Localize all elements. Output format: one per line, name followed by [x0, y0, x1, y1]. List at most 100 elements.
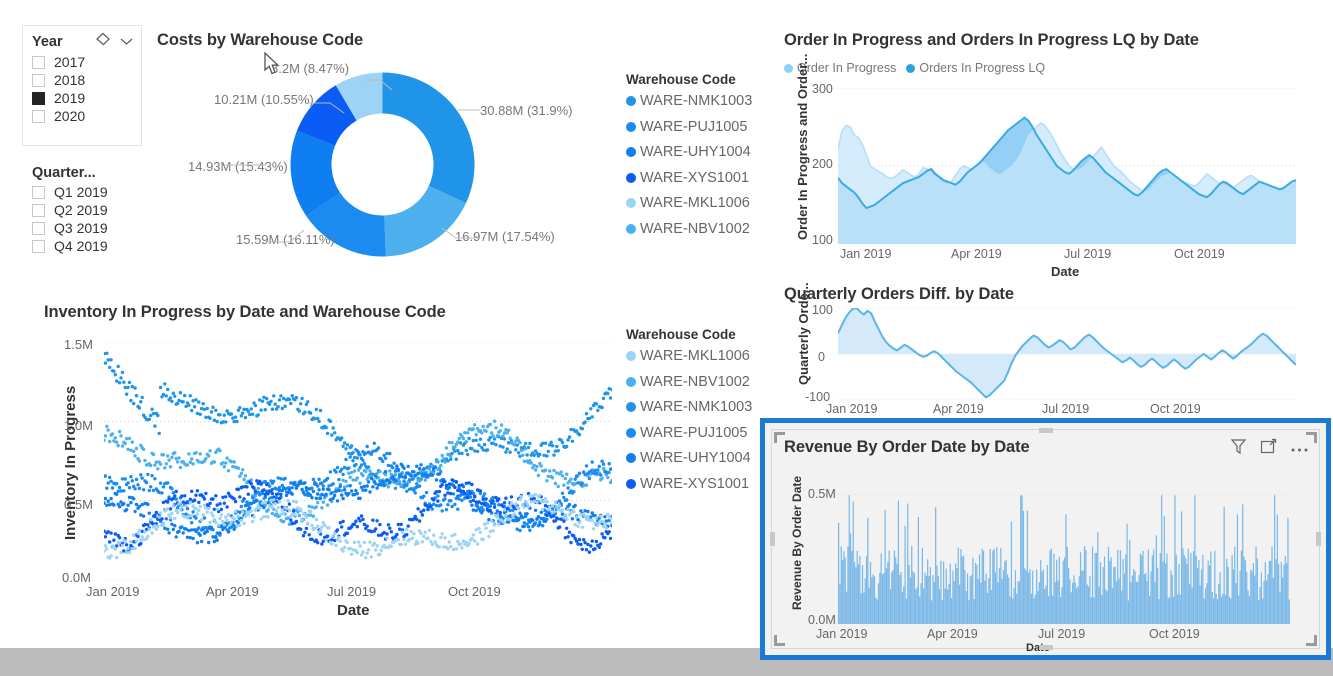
orders-chart-title: Order In Progress and Orders In Progress…: [784, 31, 1199, 49]
resize-handle-right[interactable]: [1316, 532, 1321, 546]
year-slicer-title: Year: [32, 33, 63, 50]
legend-color-dot: [906, 63, 916, 73]
x-tick: Apr 2019: [951, 247, 1002, 261]
quarter-slicer-item-label: Q2 2019: [54, 202, 108, 218]
legend-label: WARE-MKL1006: [640, 195, 750, 211]
quarter-slicer-item-q3[interactable]: Q3 2019: [23, 219, 141, 237]
legend-color-dot: [626, 223, 636, 234]
legend-item[interactable]: WARE-NBV1002: [626, 221, 752, 237]
legend-label: Orders In Progress LQ: [919, 61, 1046, 75]
legend-color-dot: [626, 453, 636, 463]
quarter-slicer-item-q4[interactable]: Q4 2019: [23, 237, 141, 255]
checkbox[interactable]: [32, 239, 45, 253]
legend-item[interactable]: WARE-NMK1003: [626, 399, 752, 415]
quarterly-chart-title: Quarterly Orders Diff. by Date: [784, 285, 1014, 303]
legend-item[interactable]: WARE-XYS1001: [626, 476, 752, 492]
resize-handle-top-right[interactable]: [1306, 432, 1317, 443]
legend-item[interactable]: WARE-UHY1004: [626, 144, 752, 160]
legend-item[interactable]: Orders In Progress LQ: [906, 61, 1045, 75]
legend-label: Order In Progress: [797, 61, 897, 75]
year-slicer-item-2018[interactable]: 2018: [23, 71, 141, 89]
resize-handle-bottom-left[interactable]: [774, 635, 785, 646]
checkbox[interactable]: [32, 221, 45, 235]
quarter-slicer-item-label: Q1 2019: [54, 184, 108, 200]
year-slicer-header: Year: [23, 26, 141, 53]
x-tick: Apr 2019: [927, 627, 978, 641]
x-tick: Jan 2019: [816, 627, 868, 641]
checkbox[interactable]: [32, 203, 45, 217]
checkbox[interactable]: [32, 55, 45, 69]
x-tick: Jul 2019: [1038, 627, 1086, 641]
quarterly-chart-y-axis-title: Quarterly Orde...: [796, 282, 811, 385]
resize-handle-bottom-right[interactable]: [1306, 635, 1317, 646]
y-tick: 0.0M: [808, 613, 836, 627]
quarter-slicer-item-q1[interactable]: Q1 2019: [23, 183, 141, 201]
legend-item[interactable]: WARE-NBV1002: [626, 374, 752, 390]
legend-label: WARE-XYS1001: [640, 475, 750, 492]
legend-item[interactable]: WARE-PUJ1005: [626, 119, 752, 135]
year-slicer[interactable]: Year 2017 2018 2019 2020: [22, 25, 142, 146]
y-tick: 300: [812, 82, 833, 96]
x-tick: Oct 2019: [448, 584, 501, 599]
legend-color-dot: [626, 121, 636, 132]
quarterly-diff-area-chart[interactable]: [838, 308, 1296, 400]
legend-item[interactable]: WARE-NMK1003: [626, 93, 752, 109]
x-tick: Jan 2019: [840, 247, 892, 261]
year-slicer-item-2020[interactable]: 2020: [23, 107, 141, 125]
legend-color-dot: [626, 427, 636, 438]
year-slicer-item-label: 2018: [54, 72, 86, 88]
donut-chart-title: Costs by Warehouse Code: [157, 31, 364, 49]
revenue-chart-visual[interactable]: Revenue By Order Date by Date Revenue By…: [760, 418, 1331, 660]
legend-item[interactable]: WARE-MKL1006: [626, 195, 752, 211]
legend-label: WARE-UHY1004: [640, 450, 751, 466]
quarter-slicer-item-q2[interactable]: Q2 2019: [23, 201, 141, 219]
year-slicer-item-2017[interactable]: 2017: [23, 53, 141, 71]
checkbox-checked[interactable]: [32, 91, 45, 105]
year-slicer-item-2019[interactable]: 2019: [23, 89, 141, 107]
inventory-chart-title: Inventory In Progress by Date and Wareho…: [44, 303, 446, 321]
y-tick: 0.5M: [808, 487, 836, 501]
orders-area-chart[interactable]: [838, 88, 1296, 244]
legend-label: WARE-NBV1002: [640, 373, 750, 390]
resize-handle-top[interactable]: [1038, 428, 1053, 433]
legend-item[interactable]: WARE-XYS1001: [626, 170, 752, 186]
quarter-slicer-title: Quarter...: [32, 165, 96, 181]
inventory-chart-y-axis-title: Inventory In Progress: [62, 385, 79, 540]
resize-handle-left[interactable]: [770, 532, 775, 546]
orders-chart-y-axis-title: Order In Progress and Order...: [795, 53, 810, 240]
y-tick: 100: [812, 303, 833, 317]
revenue-chart-y-axis-title: Revenue By Order Date: [790, 475, 804, 610]
filter-icon[interactable]: [1230, 438, 1247, 460]
x-tick: Apr 2019: [933, 402, 984, 416]
legend-color-dot: [626, 376, 636, 387]
resize-handle-bottom[interactable]: [1038, 645, 1053, 650]
eraser-icon[interactable]: [94, 32, 111, 51]
checkbox[interactable]: [32, 73, 45, 87]
inventory-legend-title: Warehouse Code: [626, 327, 736, 342]
focus-mode-icon[interactable]: [1260, 438, 1277, 460]
checkbox[interactable]: [32, 109, 45, 123]
x-tick: Oct 2019: [1150, 402, 1201, 416]
legend-label: WARE-PUJ1005: [640, 424, 748, 441]
checkbox[interactable]: [32, 185, 45, 199]
legend-color-dot: [626, 351, 636, 361]
quarter-slicer-header: Quarter...: [23, 159, 141, 183]
revenue-chart-title: Revenue By Order Date by Date: [784, 438, 1030, 456]
x-tick: Jan 2019: [826, 402, 878, 416]
inventory-scatter-chart[interactable]: [104, 342, 612, 580]
donut-legend-title: Warehouse Code: [626, 72, 736, 87]
quarter-slicer-item-label: Q3 2019: [54, 220, 108, 236]
quarter-slicer[interactable]: Quarter... Q1 2019 Q2 2019 Q3 2019 Q4 20…: [22, 158, 142, 270]
legend-color-dot: [626, 402, 636, 412]
legend-color-dot: [626, 478, 636, 489]
donut-leader-lines: [224, 79, 480, 243]
report-canvas: Year 2017 2018 2019 2020 Quarter... Q1 2…: [0, 0, 1333, 660]
legend-color-dot: [626, 147, 636, 157]
revenue-bar-chart[interactable]: [838, 494, 1290, 624]
resize-handle-top-left[interactable]: [774, 432, 785, 443]
legend-item[interactable]: WARE-UHY1004: [626, 450, 752, 466]
revenue-chart-frame: Revenue By Order Date by Date Revenue By…: [770, 428, 1321, 654]
legend-item[interactable]: WARE-MKL1006: [626, 348, 752, 364]
chevron-down-icon[interactable]: [120, 34, 133, 50]
legend-item[interactable]: WARE-PUJ1005: [626, 425, 752, 441]
